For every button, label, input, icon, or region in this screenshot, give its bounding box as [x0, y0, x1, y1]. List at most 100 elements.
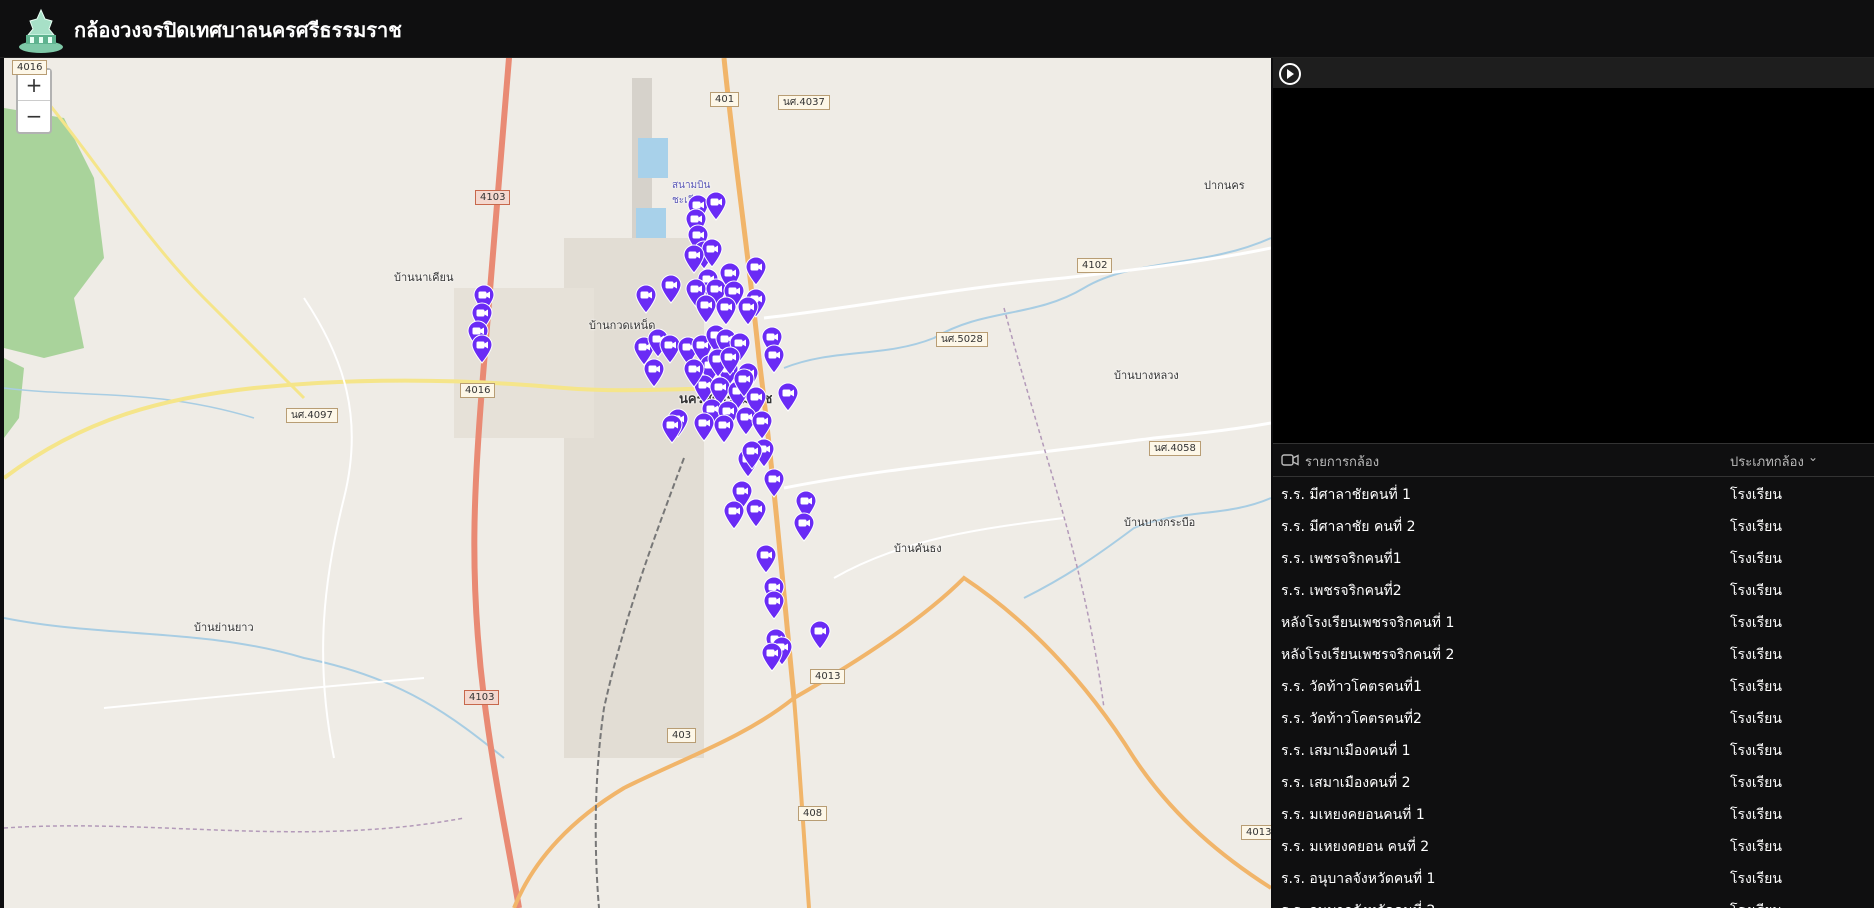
- camera-list-row[interactable]: หลังโรงเรียนเพชรจริกคนที่ 1 โรงเรียน: [1273, 605, 1874, 637]
- camera-type: โรงเรียน: [1730, 519, 1782, 535]
- camera-name: ร.ร. เพชรจริกคนที่1: [1281, 551, 1402, 567]
- player-header: [1273, 58, 1874, 88]
- camera-marker[interactable]: [744, 256, 768, 286]
- camera-name: ร.ร. เสมาเมืองคนที่ 2: [1281, 775, 1411, 791]
- camera-type: โรงเรียน: [1730, 775, 1782, 791]
- road-shield: 4103: [475, 190, 511, 205]
- camera-list-row[interactable]: ร.ร. อนุบาลจังหวัดคนที่ 1 โรงเรียน: [1273, 861, 1874, 893]
- zoom-control: + −: [16, 68, 52, 134]
- camera-marker[interactable]: [776, 382, 800, 412]
- camera-list-row[interactable]: ร.ร. วัดท้าวโคตรคนที่1 โรงเรียน: [1273, 669, 1874, 701]
- camera-type: โรงเรียน: [1730, 743, 1782, 759]
- camera-type: โรงเรียน: [1730, 711, 1782, 727]
- camera-type: โรงเรียน: [1730, 900, 1782, 908]
- road-shield: 4016: [12, 60, 48, 75]
- place-label: ปากนคร: [1204, 179, 1245, 192]
- place-label: บ้านย่านยาว: [194, 621, 254, 634]
- camera-type: โรงเรียน: [1730, 551, 1782, 567]
- camera-type: โรงเรียน: [1730, 807, 1782, 823]
- road-shield: 4013: [1241, 825, 1271, 840]
- place-label: บ้านนาเคียน: [394, 271, 454, 284]
- camera-marker[interactable]: [762, 468, 786, 498]
- camera-name: ร.ร. อนุบาลจังหวัดคนที่ 1: [1281, 871, 1436, 887]
- camera-type: โรงเรียน: [1730, 615, 1782, 631]
- place-label: บ้านบางกระบือ: [1124, 516, 1196, 529]
- chevron-down-icon[interactable]: ⌄: [1808, 450, 1818, 464]
- column-camera-name[interactable]: รายการกล้อง: [1305, 451, 1379, 472]
- camera-name: ร.ร. เสมาเมืองคนที่ 1: [1281, 743, 1411, 759]
- camera-marker[interactable]: [470, 334, 494, 364]
- top-bar: กล้องวงจรปิดเทศบาลนครศรีธรรมราช: [0, 0, 1874, 58]
- camera-list-header: รายการกล้อง ประเภทกล้อง ⌄: [1273, 443, 1874, 477]
- camera-list-row[interactable]: ร.ร. เพชรจริกคนที่1 โรงเรียน: [1273, 541, 1874, 573]
- camera-type: โรงเรียน: [1730, 839, 1782, 855]
- camera-list-rows: ร.ร. มีศาลาชัยคนที่ 1 โรงเรียน ร.ร. มีศาลา…: [1273, 477, 1874, 908]
- camera-marker[interactable]: [762, 590, 786, 620]
- road-shield: นศ.5028: [936, 332, 988, 347]
- camera-marker[interactable]: [712, 414, 736, 444]
- camera-marker[interactable]: [736, 296, 760, 326]
- camera-marker[interactable]: [750, 410, 774, 440]
- place-label: บ้านคันธง: [894, 542, 942, 555]
- road-shield: นศ.4058: [1149, 441, 1201, 456]
- right-panel: รายการกล้อง ประเภทกล้อง ⌄ ร.ร. มีศาลาชัย…: [1273, 58, 1874, 908]
- camera-list-row[interactable]: ร.ร. เสมาเมืองคนที่ 2 โรงเรียน: [1273, 765, 1874, 797]
- camera-name: หลังโรงเรียนเพชรจริกคนที่ 2: [1281, 647, 1455, 663]
- camera-type: โรงเรียน: [1730, 679, 1782, 695]
- municipality-logo: [19, 8, 63, 53]
- video-camera-icon: [1281, 454, 1299, 466]
- road-shield: 4016: [460, 383, 496, 398]
- camera-list-row[interactable]: ร.ร. เพชรจริกคนที่2 โรงเรียน: [1273, 573, 1874, 605]
- zoom-out-button[interactable]: −: [18, 100, 50, 130]
- camera-marker[interactable]: [682, 358, 706, 388]
- camera-marker[interactable]: [808, 620, 832, 650]
- camera-list-row[interactable]: ร.ร. มเหยงคยอนคนที่ 1 โรงเรียน: [1273, 797, 1874, 829]
- camera-marker[interactable]: [732, 368, 756, 398]
- app-title: กล้องวงจรปิดเทศบาลนครศรีธรรมราช: [74, 18, 402, 42]
- video-player[interactable]: [1273, 88, 1874, 501]
- camera-marker[interactable]: [740, 440, 764, 470]
- camera-list-row[interactable]: ร.ร. อนุบาลจังหวัดคนที่ 2 โรงเรียน: [1273, 893, 1874, 908]
- camera-marker[interactable]: [744, 498, 768, 528]
- camera-list-row[interactable]: ร.ร. มีศาลาชัยคนที่ 1 โรงเรียน: [1273, 477, 1874, 509]
- place-label: บ้านบางหลวง: [1114, 369, 1179, 382]
- road-shield: นศ.4037: [778, 95, 830, 110]
- camera-list-row[interactable]: ร.ร. มีศาลาชัย คนที่ 2 โรงเรียน: [1273, 509, 1874, 541]
- camera-name: ร.ร. อนุบาลจังหวัดคนที่ 2: [1281, 900, 1435, 908]
- camera-name: ร.ร. มเหยงคยอนคนที่ 1: [1281, 807, 1425, 823]
- camera-list: รายการกล้อง ประเภทกล้อง ⌄ ร.ร. มีศาลาชัย…: [1273, 443, 1874, 908]
- camera-marker[interactable]: [792, 512, 816, 542]
- road-shield: 4102: [1077, 258, 1113, 273]
- camera-name: หลังโรงเรียนเพชรจริกคนที่ 1: [1281, 615, 1455, 631]
- camera-type: โรงเรียน: [1730, 647, 1782, 663]
- camera-name: ร.ร. มีศาลาชัย คนที่ 2: [1281, 519, 1416, 535]
- camera-marker[interactable]: [634, 284, 658, 314]
- camera-marker[interactable]: [659, 274, 683, 304]
- camera-marker[interactable]: [642, 358, 666, 388]
- camera-marker[interactable]: [660, 414, 684, 444]
- camera-name: ร.ร. มเหยงคยอน คนที่ 2: [1281, 839, 1430, 855]
- camera-list-row[interactable]: ร.ร. เสมาเมืองคนที่ 1 โรงเรียน: [1273, 733, 1874, 765]
- road-shield: นศ.4097: [286, 408, 338, 423]
- play-circle-icon[interactable]: [1279, 63, 1301, 85]
- camera-type: โรงเรียน: [1730, 487, 1782, 503]
- camera-marker[interactable]: [722, 500, 746, 530]
- camera-type: โรงเรียน: [1730, 583, 1782, 599]
- camera-list-row[interactable]: หลังโรงเรียนเพชรจริกคนที่ 2 โรงเรียน: [1273, 637, 1874, 669]
- camera-marker[interactable]: [754, 544, 778, 574]
- camera-name: ร.ร. มีศาลาชัยคนที่ 1: [1281, 487, 1412, 503]
- column-camera-type[interactable]: ประเภทกล้อง: [1730, 451, 1804, 472]
- road-shield: 403: [667, 728, 697, 743]
- camera-name: ร.ร. วัดท้าวโคตรคนที่2: [1281, 711, 1422, 727]
- camera-marker[interactable]: [762, 344, 786, 374]
- camera-list-row[interactable]: ร.ร. วัดท้าวโคตรคนที่2 โรงเรียน: [1273, 701, 1874, 733]
- camera-list-row[interactable]: ร.ร. มเหยงคยอน คนที่ 2 โรงเรียน: [1273, 829, 1874, 861]
- map-view[interactable]: + − ปากนคร บ้านนาเคียน บ้านกวดเหน็ด นครศ…: [4, 58, 1271, 908]
- camera-marker[interactable]: [714, 296, 738, 326]
- camera-name: ร.ร. วัดท้าวโคตรคนที่1: [1281, 679, 1422, 695]
- road-shield: 4103: [464, 690, 500, 705]
- road-shield: 408: [798, 806, 828, 821]
- camera-marker[interactable]: [760, 642, 784, 672]
- road-shield: 4013: [810, 669, 846, 684]
- road-shield: 401: [710, 92, 740, 107]
